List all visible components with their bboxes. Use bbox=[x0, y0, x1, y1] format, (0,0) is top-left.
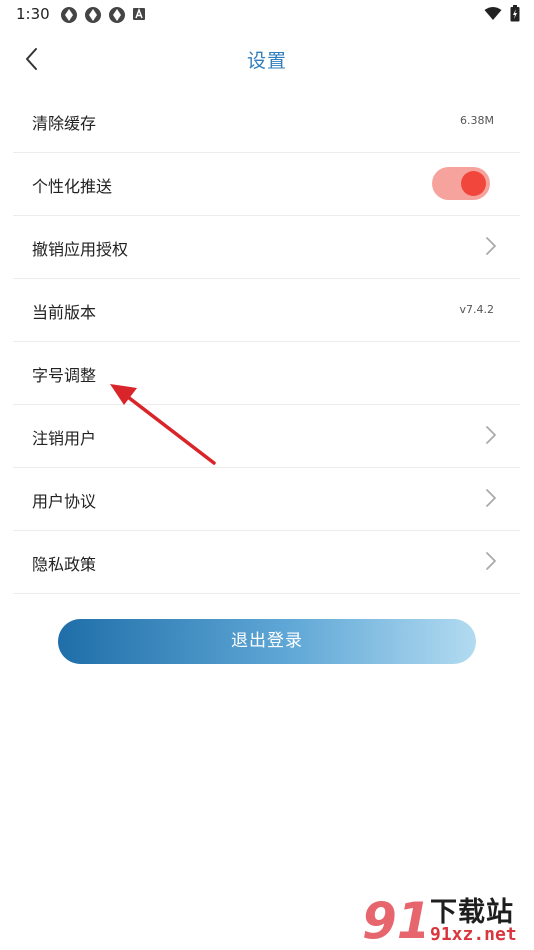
version-value: v7.4.2 bbox=[459, 303, 495, 316]
status-bar: 1:30 bbox=[0, 0, 534, 28]
setting-row-cancel-account[interactable]: 注销用户 bbox=[13, 405, 520, 468]
watermark-site: 91xz.net bbox=[430, 924, 517, 945]
chevron-right-icon bbox=[486, 426, 496, 444]
svg-text:91: 91 bbox=[362, 892, 424, 950]
setting-row-privacy-policy[interactable]: 隐私政策 bbox=[13, 531, 520, 594]
setting-label: 撤销应用授权 bbox=[32, 240, 129, 259]
setting-row-user-agreement[interactable]: 用户协议 bbox=[13, 468, 520, 531]
setting-row-personalized-push: 个性化推送 bbox=[13, 153, 520, 216]
setting-label: 当前版本 bbox=[32, 303, 97, 322]
personalized-push-toggle[interactable] bbox=[432, 167, 490, 200]
chevron-right-icon bbox=[486, 552, 496, 570]
chevron-right-icon bbox=[486, 237, 496, 255]
setting-row-font-size[interactable]: 字号调整 bbox=[13, 342, 520, 405]
chevron-right-icon bbox=[486, 489, 496, 507]
setting-label: 个性化推送 bbox=[32, 177, 113, 196]
navigation-bar: 设置 bbox=[0, 34, 534, 84]
setting-label: 字号调整 bbox=[32, 366, 97, 385]
settings-list: 清除缓存 6.38M 个性化推送 撤销应用授权 当前版本 v7.4.2 字号调整… bbox=[13, 90, 520, 594]
site-watermark: 91 下载站 91xz.net bbox=[360, 888, 534, 950]
setting-row-current-version: 当前版本 v7.4.2 bbox=[13, 279, 520, 342]
system-icons bbox=[484, 5, 520, 22]
watermark-logo-icon: 91 bbox=[362, 892, 424, 950]
toggle-knob bbox=[461, 171, 486, 196]
setting-label: 清除缓存 bbox=[32, 114, 97, 133]
app-notification-icon bbox=[109, 7, 125, 23]
app-notification-icon bbox=[61, 7, 77, 23]
font-notification-icon bbox=[133, 7, 145, 20]
setting-row-revoke-authorization[interactable]: 撤销应用授权 bbox=[13, 216, 520, 279]
status-time: 1:30 bbox=[16, 5, 50, 23]
app-notification-icon bbox=[85, 7, 101, 23]
battery-charging-icon bbox=[510, 5, 520, 22]
page-title: 设置 bbox=[246, 50, 287, 72]
notification-icons bbox=[60, 6, 146, 24]
cache-size-value: 6.38M bbox=[460, 114, 494, 127]
setting-label: 隐私政策 bbox=[32, 555, 97, 574]
wifi-icon bbox=[484, 6, 502, 20]
setting-label: 用户协议 bbox=[32, 492, 97, 511]
logout-button[interactable]: 退出登录 bbox=[58, 619, 476, 664]
setting-row-clear-cache[interactable]: 清除缓存 6.38M bbox=[13, 90, 520, 153]
setting-label: 注销用户 bbox=[32, 429, 97, 448]
